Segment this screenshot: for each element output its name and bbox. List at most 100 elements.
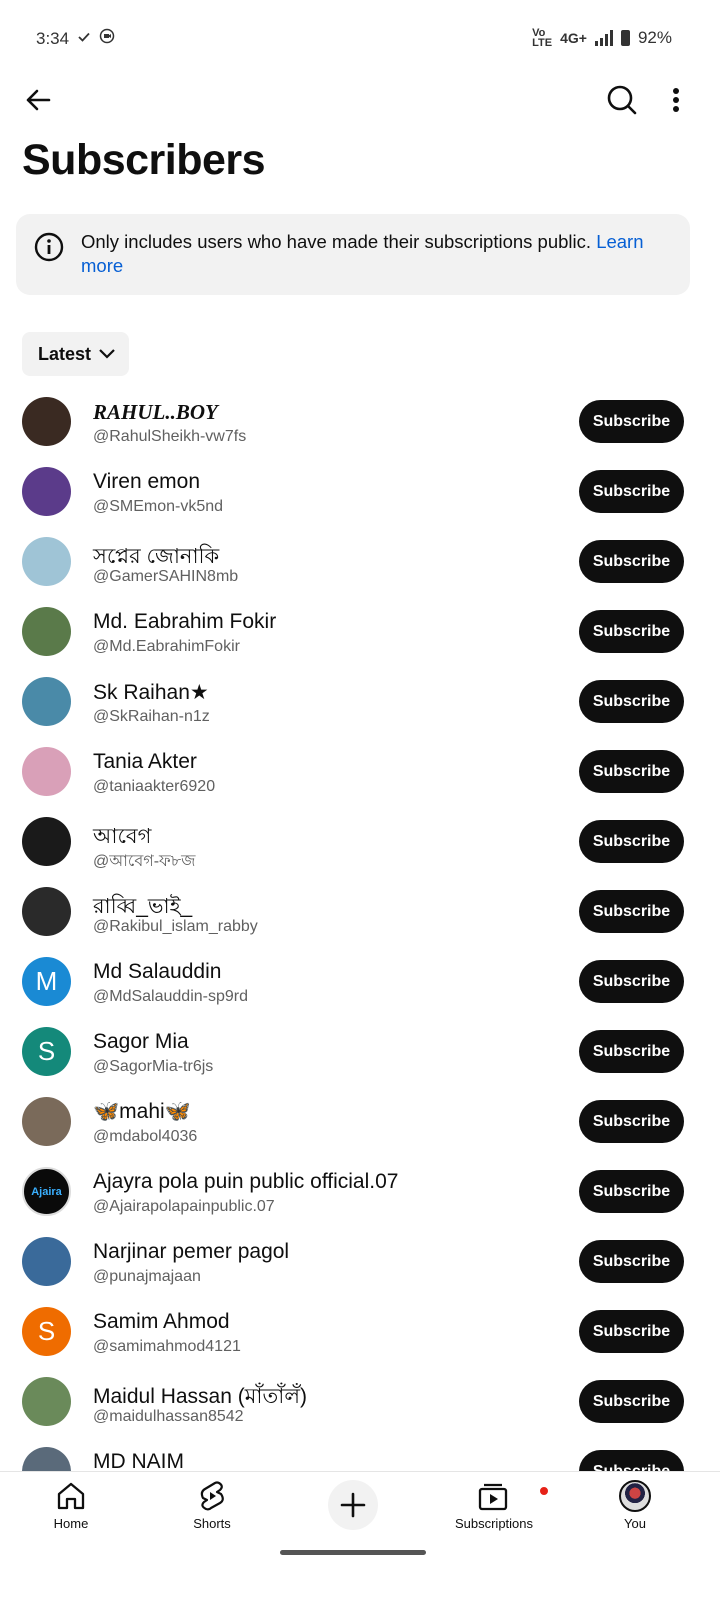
notification-dot — [539, 1486, 549, 1496]
subscriber-name: Ajayra pola puin public official.07 — [93, 1170, 399, 1193]
subscribe-button[interactable]: Subscribe — [579, 1450, 684, 1471]
subscriber-row[interactable]: M Md Salauddin @MdSalauddin-sp9rd Subscribe — [0, 946, 720, 1016]
subscriber-row[interactable]: Md. Eabrahim Fokir @Md.EabrahimFokir Subsc… — [0, 596, 720, 666]
subscriber-name: Narjinar pemer pagol — [93, 1240, 290, 1263]
create-button[interactable] — [328, 1480, 378, 1530]
subscriber-handle: @SkRaihan-n1z — [93, 708, 210, 725]
avatar[interactable] — [22, 607, 71, 656]
volte-indicator: Vo LTE — [532, 27, 553, 49]
avatar[interactable]: S — [22, 1307, 71, 1356]
subscriber-name: Md Salauddin — [93, 960, 222, 983]
subscribe-button[interactable]: Subscribe — [579, 1030, 684, 1073]
subscribe-button[interactable]: Subscribe — [579, 750, 684, 793]
nav-you-label: You — [624, 1516, 646, 1531]
avatar[interactable]: M — [22, 957, 71, 1006]
subscribe-button[interactable]: Subscribe — [579, 1240, 684, 1283]
nav-shorts[interactable]: Shorts — [152, 1472, 272, 1536]
subscriber-row[interactable]: Tania Akter @taniaakter6920 Subscribe — [0, 736, 720, 806]
subscriber-row[interactable]: আবেগ @আবেগ-ফ৮জ Subscribe — [0, 806, 720, 876]
screen-record-icon — [99, 28, 115, 49]
subscribe-button[interactable]: Subscribe — [579, 610, 684, 653]
avatar[interactable] — [22, 887, 71, 936]
subscribe-button[interactable]: Subscribe — [579, 1100, 684, 1143]
check-icon — [77, 29, 91, 49]
subscriber-row[interactable]: রাব্বি_ভাই_ @Rakibul_islam_rabby Subscribe — [0, 876, 720, 946]
nav-home[interactable]: Home — [11, 1472, 131, 1536]
subscriber-row[interactable]: Ajaira Ajayra pola puin public official.0… — [0, 1156, 720, 1226]
subscriber-row[interactable]: Narjinar pemer pagol @punajmajaan Subscrib… — [0, 1226, 720, 1296]
avatar[interactable] — [22, 1237, 71, 1286]
info-message: Only includes users who have made their … — [81, 231, 592, 252]
subscriber-row[interactable]: সপ্নের জোনাকি @GamerSAHIN8mb Subscribe — [0, 526, 720, 596]
subscriber-row[interactable]: MD NAIM Subscribe — [0, 1436, 720, 1471]
subscriber-name: 🦋mahi🦋 — [93, 1100, 191, 1123]
subscriber-name: Sagor Mia — [93, 1030, 189, 1053]
subscriber-name: Md. Eabrahim Fokir — [93, 610, 277, 633]
nav-shorts-label: Shorts — [193, 1516, 231, 1531]
subscribe-button[interactable]: Subscribe — [579, 680, 684, 723]
bottom-navigation: Home Shorts Subscriptions You — [0, 1471, 720, 1600]
subscriber-row[interactable]: Maidul Hassan (মাঁতাঁলঁ) @maidulhassan854… — [0, 1366, 720, 1436]
sort-label: Latest — [38, 343, 92, 364]
sort-dropdown[interactable]: Latest — [22, 332, 130, 376]
subscriber-name: Viren emon — [93, 470, 201, 493]
more-vert-icon — [673, 88, 679, 112]
avatar[interactable] — [22, 817, 71, 866]
status-time: 3:34 — [36, 28, 70, 48]
subscriber-handle: @Md.EabrahimFokir — [93, 638, 240, 655]
nav-home-label: Home — [53, 1516, 89, 1531]
subscriber-row[interactable]: 🦋mahi🦋 @mdabol4036 Subscribe — [0, 1086, 720, 1156]
status-left: 3:34 — [36, 28, 115, 49]
subscriber-handle: @Ajairapolapainpublic.07 — [93, 1198, 275, 1215]
nav-you[interactable]: You — [575, 1472, 695, 1536]
avatar[interactable] — [22, 677, 71, 726]
subscriber-row[interactable]: RAHUL..BOY @RahulSheikh-vw7fs Subscribe — [0, 386, 720, 456]
page-title: Subscribers — [22, 136, 266, 184]
battery-icon — [620, 30, 630, 46]
subscribe-button[interactable]: Subscribe — [579, 890, 684, 933]
subscribe-button[interactable]: Subscribe — [579, 960, 684, 1003]
avatar[interactable]: S — [22, 1027, 71, 1076]
subscribe-button[interactable]: Subscribe — [579, 470, 684, 513]
subscriber-name: MD NAIM — [93, 1450, 184, 1471]
gesture-bar — [280, 1550, 426, 1555]
subscriber-row[interactable]: S Samim Ahmod @samimahmod4121 Subscribe — [0, 1296, 720, 1366]
subscriber-row[interactable]: S Sagor Mia @SagorMia-tr6js Subscribe — [0, 1016, 720, 1086]
subscriber-handle: @SagorMia-tr6js — [93, 1058, 214, 1075]
search-button[interactable] — [598, 76, 646, 124]
subscriber-handle: @taniaakter6920 — [93, 778, 216, 795]
info-banner: Only includes users who have made their … — [16, 214, 690, 295]
subscribe-button[interactable]: Subscribe — [579, 540, 684, 583]
avatar[interactable] — [22, 1097, 71, 1146]
shorts-icon — [200, 1481, 224, 1511]
subscriber-handle: @punajmajaan — [93, 1268, 201, 1285]
subscribe-button[interactable]: Subscribe — [579, 820, 684, 863]
subscriber-handle: @maidulhassan8542 — [93, 1408, 244, 1425]
subscriber-handle: @samimahmod4121 — [93, 1338, 241, 1355]
avatar[interactable] — [22, 1377, 71, 1426]
avatar[interactable] — [22, 1447, 71, 1471]
subscribe-button[interactable]: Subscribe — [579, 1310, 684, 1353]
network-type: 4G+ — [560, 30, 587, 46]
info-icon — [34, 232, 64, 267]
subscribe-button[interactable]: Subscribe — [579, 1170, 684, 1213]
subscriber-name: Sk Raihan★ — [93, 681, 209, 704]
avatar[interactable] — [22, 467, 71, 516]
avatar[interactable] — [22, 397, 71, 446]
subscriber-row[interactable]: Viren emon @SMEmon-vk5nd Subscribe — [0, 456, 720, 526]
avatar[interactable] — [22, 747, 71, 796]
nav-subscriptions[interactable]: Subscriptions — [434, 1472, 554, 1536]
search-icon — [607, 85, 637, 115]
info-text: Only includes users who have made their … — [81, 230, 671, 278]
avatar[interactable] — [22, 537, 71, 586]
subscriber-row[interactable]: Sk Raihan★ @SkRaihan-n1z Subscribe — [0, 666, 720, 736]
subscriber-handle: @আবেগ-ফ৮জ — [93, 853, 196, 870]
subscriber-handle: @MdSalauddin-sp9rd — [93, 988, 248, 1005]
subscriber-name: RAHUL..BOY — [93, 400, 218, 424]
subscribe-button[interactable]: Subscribe — [579, 1380, 684, 1423]
subscribe-button[interactable]: Subscribe — [579, 400, 684, 443]
more-options-button[interactable] — [652, 76, 700, 124]
subscriber-handle: @Rakibul_islam_rabby — [93, 918, 258, 935]
avatar[interactable]: Ajaira — [22, 1167, 71, 1216]
back-button[interactable] — [14, 76, 62, 124]
